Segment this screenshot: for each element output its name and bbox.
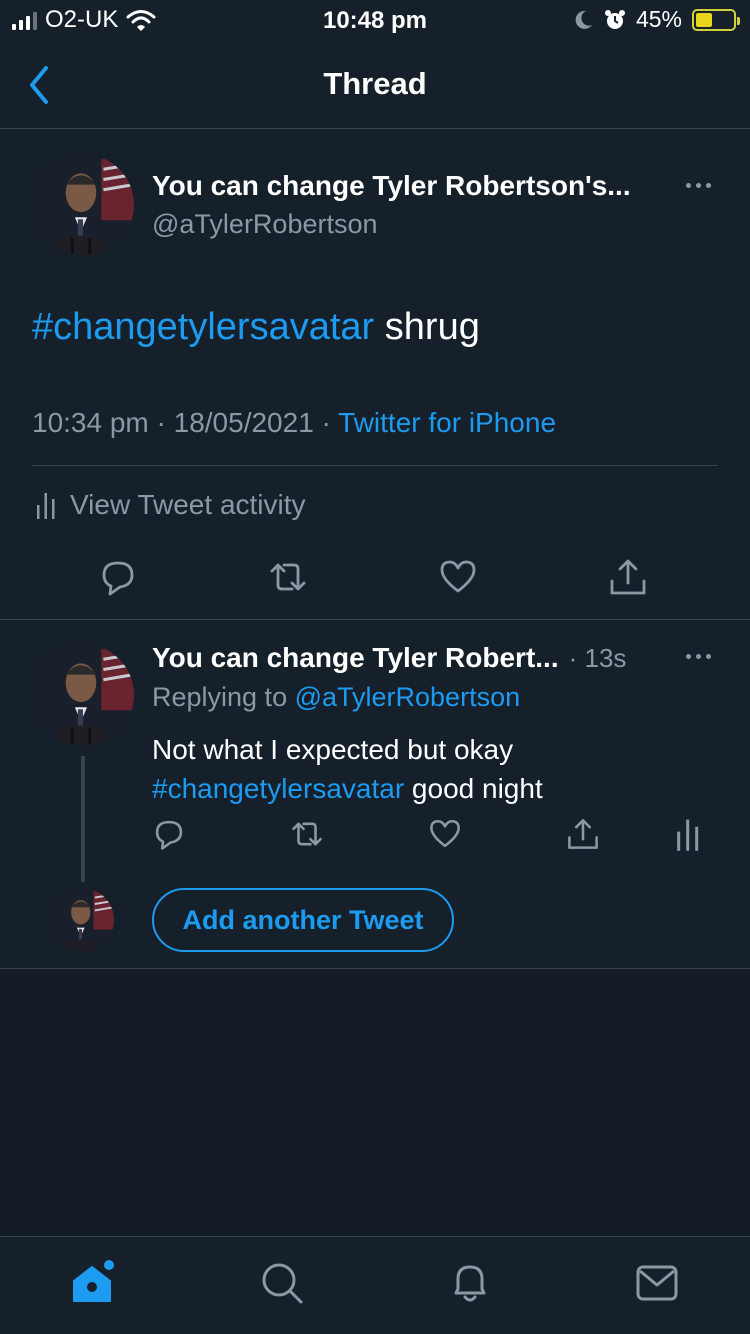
more-options-icon[interactable] — [686, 183, 711, 188]
replying-prefix: Replying to — [152, 682, 295, 712]
tweet-text-rest: shrug — [374, 306, 480, 348]
avatar — [50, 888, 114, 952]
reply-text-rest: good night — [404, 773, 543, 804]
hashtag-link[interactable]: #changetylersavatar — [32, 306, 374, 348]
reply-actions — [0, 817, 750, 853]
reply-tweet: You can change Tyler Robert... · 13s Rep… — [0, 620, 750, 969]
page-title: Thread — [323, 66, 427, 101]
divider — [32, 465, 718, 466]
analytics-icon[interactable] — [676, 817, 710, 851]
empty-area — [0, 970, 750, 1236]
tweet-actions — [0, 557, 750, 597]
reply-time: · 13s — [568, 643, 627, 673]
nav-bar: Thread — [0, 44, 750, 129]
display-name[interactable]: You can change Tyler Robert... — [152, 642, 559, 674]
battery-fill — [696, 12, 713, 27]
add-another-tweet-button[interactable]: Add another Tweet — [152, 888, 454, 952]
retweet-icon[interactable] — [268, 557, 308, 597]
search-icon[interactable] — [258, 1259, 306, 1307]
battery-percent: 45% — [635, 6, 682, 32]
tweet-timestamp: 10:34 pm · 18/05/2021 · Twitter for iPho… — [32, 407, 556, 439]
reply-header: You can change Tyler Robert... · 13s — [152, 642, 626, 674]
status-bar: O2-UK 10:48 pm 45% — [0, 0, 750, 44]
replying-handle-link[interactable]: @aTylerRobertson — [295, 682, 521, 712]
notifications-icon[interactable] — [446, 1259, 494, 1307]
battery-icon — [692, 8, 740, 31]
hashtag-link[interactable]: #changetylersavatar — [152, 773, 404, 804]
home-icon[interactable] — [70, 1259, 118, 1307]
alarm-icon — [604, 9, 626, 31]
timestamp-text: 10:34 pm · 18/05/2021 · — [32, 407, 339, 438]
view-activity-button[interactable]: View Tweet activity — [36, 489, 306, 521]
tweet-text: #changetylersavatar shrug — [32, 306, 480, 349]
display-name[interactable]: You can change Tyler Robertson's... — [152, 170, 631, 202]
messages-icon[interactable] — [634, 1259, 682, 1307]
share-icon[interactable] — [566, 817, 600, 851]
like-icon[interactable] — [428, 817, 462, 851]
reply-text-line2: #changetylersavatar good night — [152, 769, 712, 808]
like-icon[interactable] — [438, 557, 478, 597]
avatar[interactable] — [32, 644, 134, 746]
replying-to: Replying to @aTylerRobertson — [152, 682, 520, 713]
moon-icon — [572, 9, 594, 31]
reply-text: Not what I expected but okay #changetyle… — [152, 730, 712, 808]
handle[interactable]: @aTylerRobertson — [152, 209, 378, 240]
source-link[interactable]: Twitter for iPhone — [338, 407, 556, 438]
analytics-icon — [36, 491, 56, 519]
status-right: 45% — [572, 6, 740, 33]
tab-bar — [0, 1236, 750, 1334]
retweet-icon[interactable] — [290, 817, 324, 851]
view-activity-label: View Tweet activity — [70, 489, 306, 520]
reply-icon[interactable] — [98, 557, 138, 597]
main-tweet: You can change Tyler Robertson's... @aTy… — [0, 129, 750, 620]
reply-icon[interactable] — [152, 817, 186, 851]
reply-text-line1: Not what I expected but okay — [152, 734, 514, 765]
share-icon[interactable] — [608, 557, 648, 597]
more-options-icon[interactable] — [686, 654, 711, 659]
avatar[interactable] — [32, 154, 134, 256]
